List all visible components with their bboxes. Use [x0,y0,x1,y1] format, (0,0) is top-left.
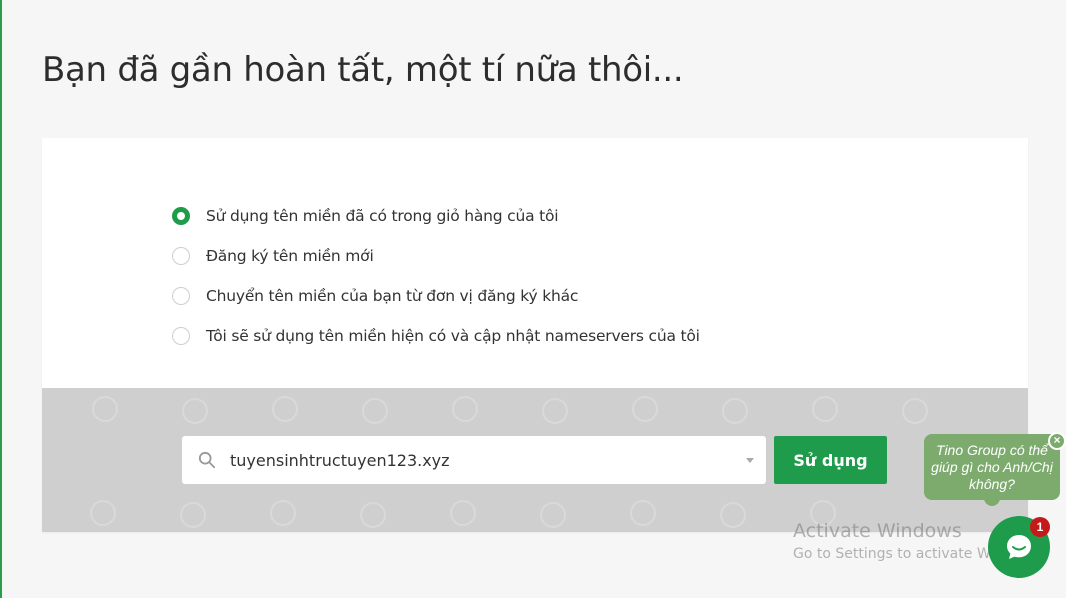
radio-use-cart-domain[interactable] [172,207,190,225]
option-transfer[interactable]: Chuyển tên miền của bạn từ đơn vị đăng k… [172,276,700,316]
option-existing-nameservers[interactable]: Tôi sẽ sử dụng tên miền hiện có và cập n… [172,316,700,356]
option-label: Chuyển tên miền của bạn từ đơn vị đăng k… [206,287,579,305]
chat-icon [1007,535,1031,559]
use-button[interactable]: Sử dụng [774,436,887,484]
notification-badge: 1 [1030,517,1050,537]
radio-register-new[interactable] [172,247,190,265]
domain-choice-card: Sử dụng tên miền đã có trong giỏ hàng củ… [42,138,1028,532]
radio-existing-nameservers[interactable] [172,327,190,345]
domain-options: Sử dụng tên miền đã có trong giỏ hàng củ… [172,196,700,356]
domain-select[interactable]: tuyensinhtructuyen123.xyz [182,436,766,484]
option-label: Sử dụng tên miền đã có trong giỏ hàng củ… [206,207,559,225]
domain-select-value: tuyensinhtructuyen123.xyz [230,450,450,470]
page: Bạn đã gần hoàn tất, một tí nữa thôi... … [0,0,1066,598]
page-title: Bạn đã gần hoàn tất, một tí nữa thôi... [42,50,684,90]
option-label: Tôi sẽ sử dụng tên miền hiện có và cập n… [206,327,700,345]
option-use-cart-domain[interactable]: Sử dụng tên miền đã có trong giỏ hàng củ… [172,196,700,236]
option-register-new[interactable]: Đăng ký tên miền mới [172,236,700,276]
close-icon[interactable]: × [1048,432,1066,450]
option-label: Đăng ký tên miền mới [206,247,374,265]
chat-bubble-tail [984,490,1000,506]
chevron-down-icon[interactable] [746,457,754,463]
search-band: tuyensinhtructuyen123.xyz Sử dụng [42,388,1028,532]
search-icon [198,451,216,469]
radio-transfer[interactable] [172,287,190,305]
